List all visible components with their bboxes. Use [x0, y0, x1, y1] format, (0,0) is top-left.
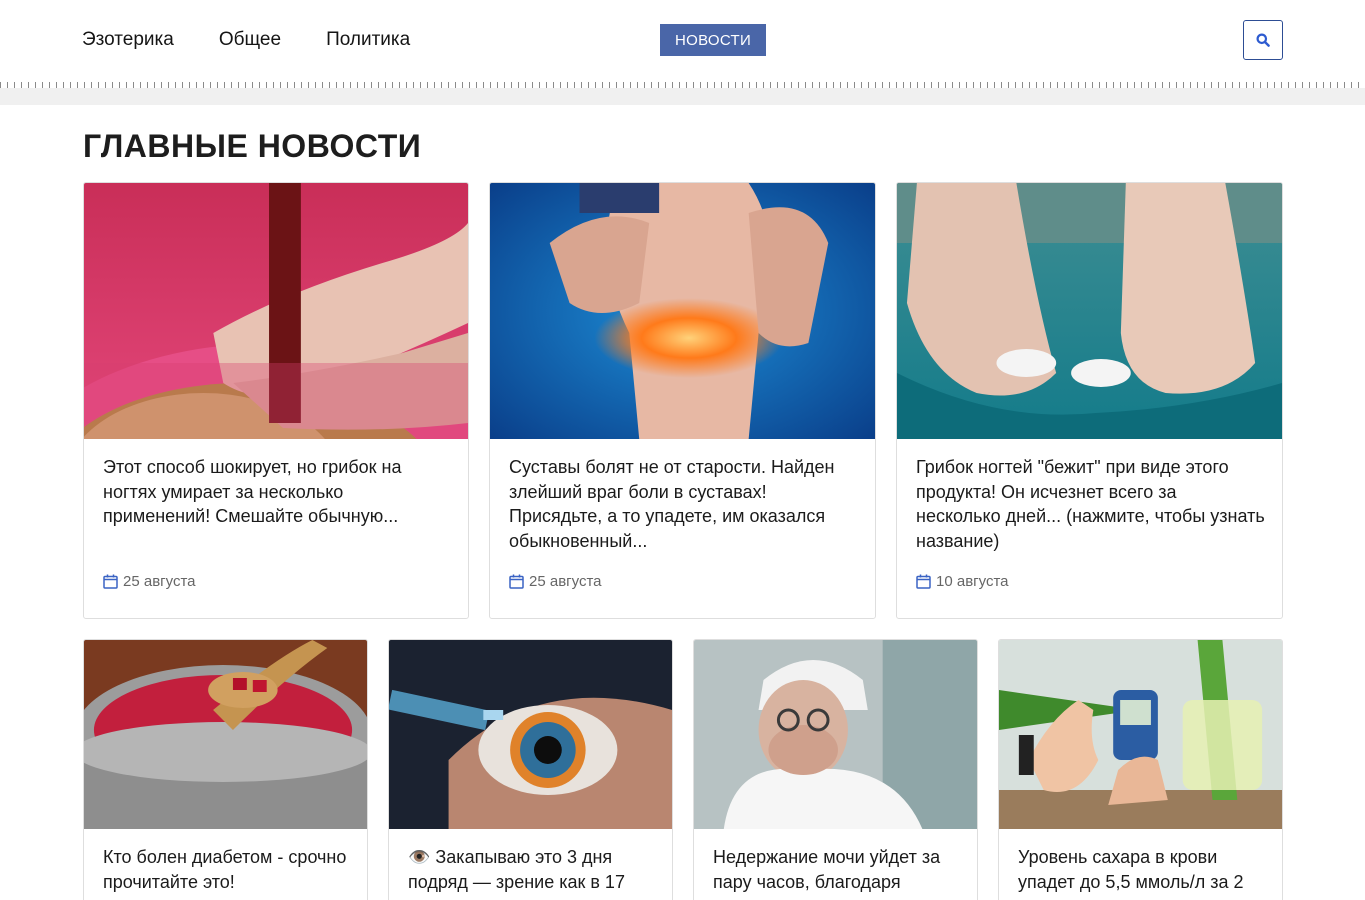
card-title[interactable]: Суставы болят не от старости. Найден зле… — [509, 455, 859, 553]
date-text: 25 августа — [123, 573, 196, 590]
card-title[interactable]: Кто болен диабетом - срочно прочитайте э… — [103, 845, 351, 894]
beet-pot-photo — [84, 640, 367, 829]
news-card[interactable]: Кто болен диабетом - срочно прочитайте э… — [83, 639, 368, 900]
old-doctor-photo — [694, 640, 977, 829]
news-badge[interactable]: НОВОСТИ — [660, 24, 766, 56]
card-date: 10 августа — [916, 573, 1009, 590]
card-title[interactable]: 👁️ Закапываю это 3 дня подряд — зрение к… — [408, 845, 656, 894]
main-nav: Эзотерика Общее Политика — [82, 27, 410, 53]
card-title[interactable]: Уровень сахара в крови упадет до 5,5 ммо… — [1018, 845, 1266, 894]
knee-pain-photo — [490, 183, 875, 439]
search-icon — [1256, 33, 1270, 47]
card-title[interactable]: Этот способ шокирует, но грибок на ногтя… — [103, 455, 452, 529]
nav-item-general[interactable]: Общее — [219, 27, 281, 53]
calendar-icon — [509, 574, 524, 589]
search-button[interactable] — [1243, 20, 1283, 60]
feet-spoon-photo — [897, 183, 1282, 439]
glucose-meter-photo — [999, 640, 1282, 829]
news-card[interactable]: Суставы болят не от старости. Найден зле… — [489, 182, 876, 619]
site-header: Эзотерика Общее Политика НОВОСТИ — [0, 0, 1365, 82]
news-card[interactable]: Недержание мочи уйдет за пару часов, бла… — [693, 639, 978, 900]
card-date: 25 августа — [509, 573, 602, 590]
card-title[interactable]: Грибок ногтей "бежит" при виде этого про… — [916, 455, 1266, 553]
nav-item-politics[interactable]: Политика — [326, 27, 410, 53]
news-card[interactable]: Уровень сахара в крови упадет до 5,5 ммо… — [998, 639, 1283, 900]
news-card[interactable]: Грибок ногтей "бежит" при виде этого про… — [896, 182, 1283, 619]
header-band — [0, 88, 1365, 105]
news-card[interactable]: Этот способ шокирует, но грибок на ногтя… — [83, 182, 469, 619]
calendar-icon — [103, 574, 118, 589]
foot-bath-photo — [84, 183, 468, 439]
date-text: 25 августа — [529, 573, 602, 590]
calendar-icon — [916, 574, 931, 589]
card-title[interactable]: Недержание мочи уйдет за пару часов, бла… — [713, 845, 961, 894]
card-date: 25 августа — [103, 573, 196, 590]
section-title: ГЛАВНЫЕ НОВОСТИ — [83, 128, 422, 164]
date-text: 10 августа — [936, 573, 1009, 590]
news-card[interactable]: 👁️ Закапываю это 3 дня подряд — зрение к… — [388, 639, 673, 900]
nav-item-esoterics[interactable]: Эзотерика — [82, 27, 174, 53]
eye-drops-photo — [389, 640, 672, 829]
